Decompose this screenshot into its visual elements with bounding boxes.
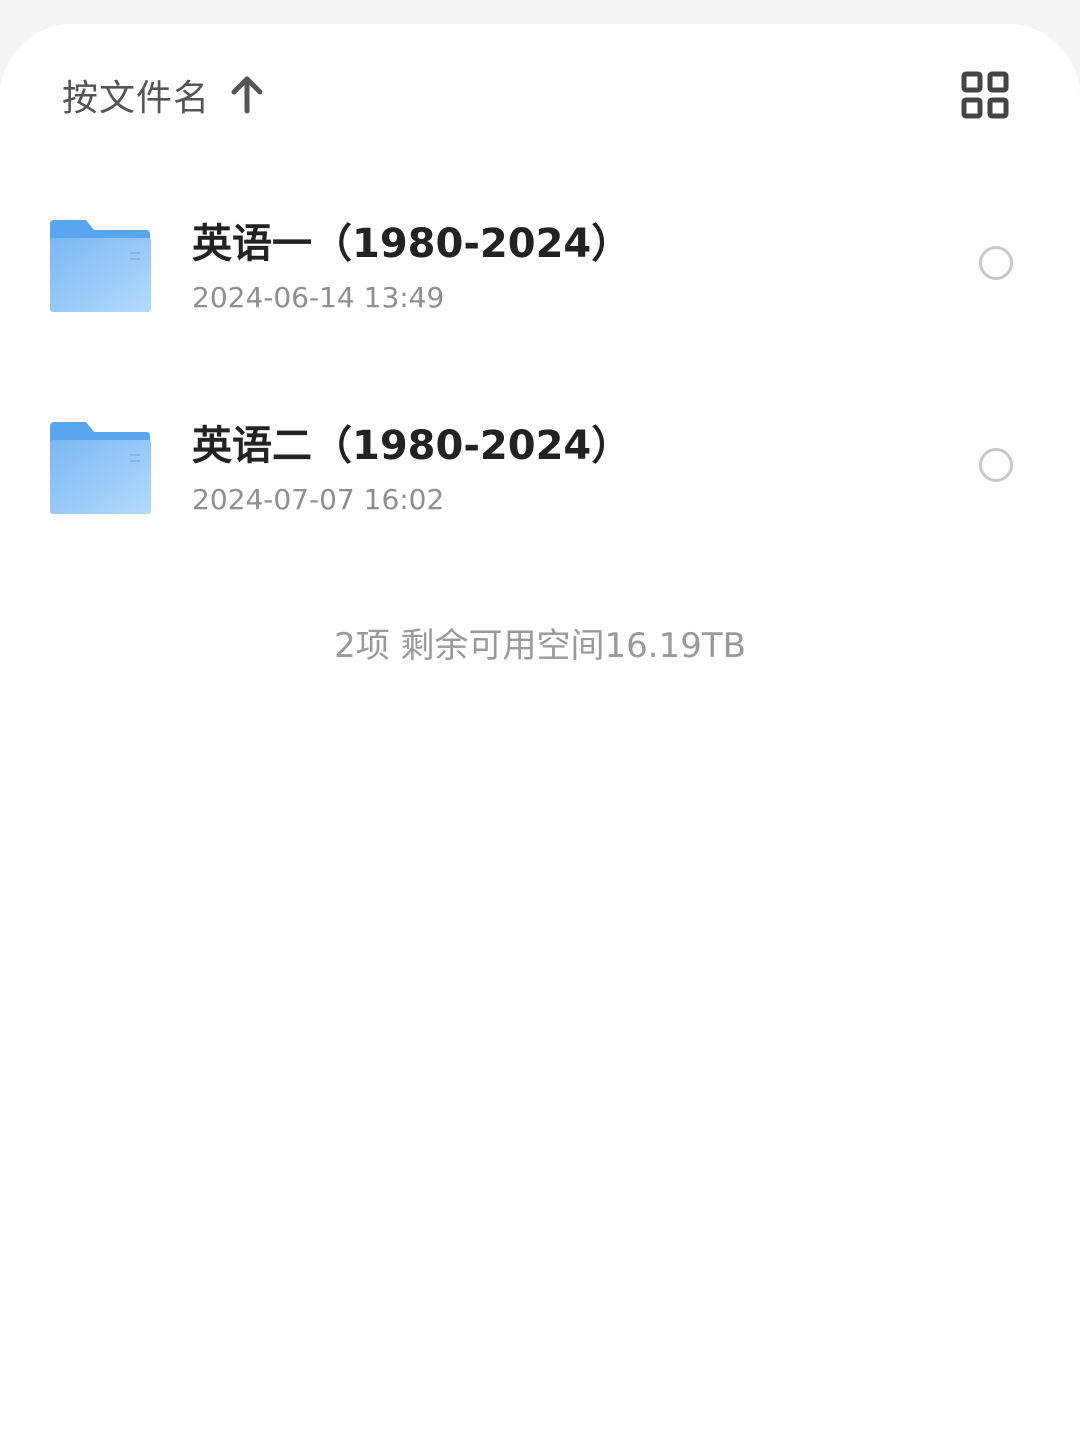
file-modified-date: 2024-07-07 16:02 [192, 483, 445, 516]
arrow-up-icon [230, 75, 264, 115]
list-item[interactable]: 英语一（1980-2024） 2024-06-14 13:49 [0, 220, 1080, 380]
select-checkbox[interactable] [979, 448, 1013, 482]
file-name: 英语二（1980-2024） [192, 423, 632, 469]
grid-view-icon[interactable] [960, 70, 1010, 120]
sort-label: 按文件名 [62, 78, 211, 119]
select-checkbox[interactable] [979, 246, 1013, 280]
file-list-panel: 按文件名 英语一（1980-2024） 2024-06-14 13:49 英语二… [0, 24, 1080, 1440]
file-name: 英语一（1980-2024） [192, 221, 632, 267]
file-modified-date: 2024-06-14 13:49 [192, 281, 445, 314]
folder-icon [50, 422, 152, 516]
list-item[interactable]: 英语二（1980-2024） 2024-07-07 16:02 [0, 422, 1080, 582]
folder-icon [50, 220, 152, 314]
sort-by-name-button[interactable]: 按文件名 [62, 70, 264, 120]
storage-summary: 2项 剩余可用空间16.19TB [334, 626, 746, 666]
